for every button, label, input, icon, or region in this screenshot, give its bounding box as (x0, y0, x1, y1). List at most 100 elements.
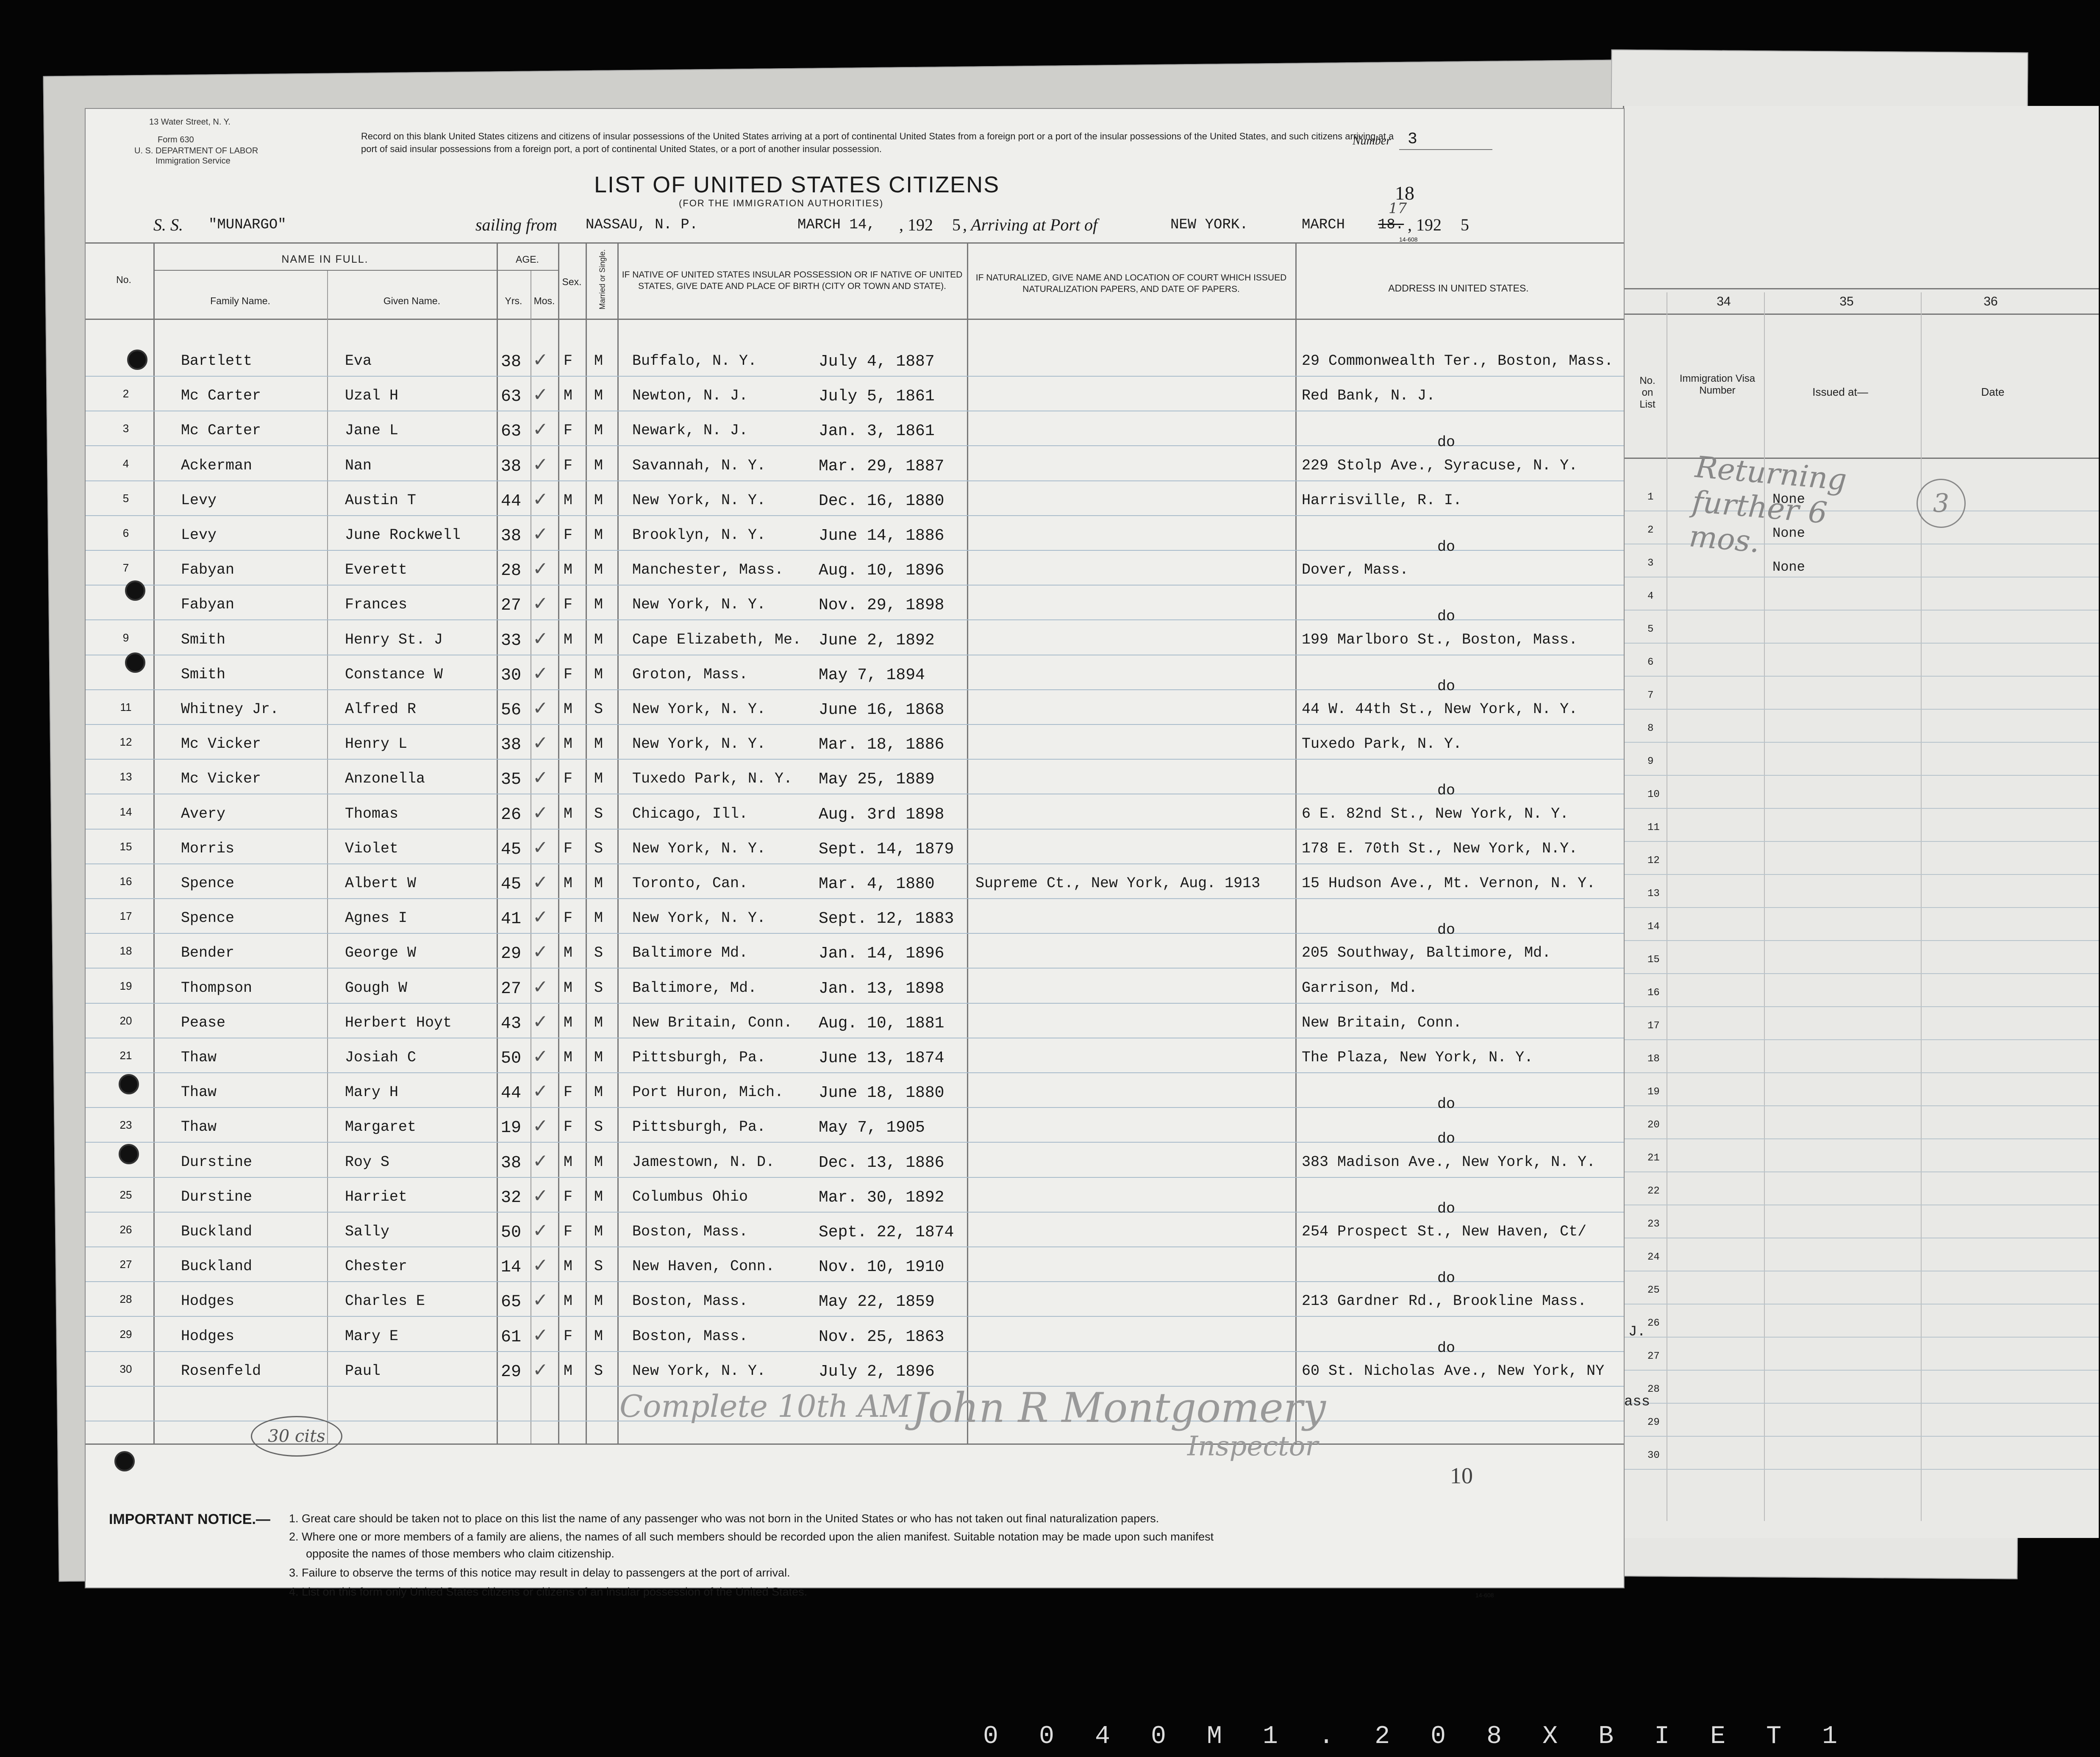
ss-label: S. S. (153, 215, 183, 234)
punch-hole (119, 1074, 139, 1094)
right-row-number: 28 (1647, 1384, 1660, 1395)
rule (1624, 841, 2099, 842)
cell-date: Jan. 13, 1898 (819, 979, 944, 998)
cell-age: 33 (501, 631, 522, 650)
cell-place: Boston, Mass. (632, 1293, 748, 1310)
right-row-number: 1 (1647, 491, 1654, 503)
row-rule (86, 1316, 1624, 1317)
cell-sex: M (564, 561, 573, 579)
cell-given: Chester (345, 1258, 408, 1275)
cell-ms: M (594, 561, 603, 579)
cell-sex: M (564, 1258, 573, 1275)
cell-family: Mc Vicker (181, 770, 261, 788)
cell-no: 9 (122, 631, 129, 644)
row-rule (86, 968, 1624, 969)
cell-age: 45 (501, 840, 522, 859)
cell-sex: M (564, 701, 573, 718)
cell-ms: M (594, 422, 603, 439)
cell-no: 28 (119, 1293, 132, 1306)
cell-no: 17 (119, 910, 132, 923)
check-mark-icon: ✓ (533, 836, 548, 858)
cell-ms: M (594, 1049, 603, 1066)
cell-sex: F (564, 840, 573, 857)
row-rule (86, 724, 1624, 725)
cell-date: June 14, 1886 (819, 527, 944, 545)
cell-place: Port Huron, Mich. (632, 1084, 784, 1101)
cell-ms: S (594, 805, 603, 822)
cell-ms: M (594, 631, 603, 648)
cell-sex: M (564, 387, 573, 405)
cell-sex: F (564, 666, 573, 683)
edge-text-j: J. (1628, 1324, 1646, 1340)
row-rule (86, 1211, 1624, 1213)
cell-age: 61 (501, 1327, 522, 1347)
right-row-number: 25 (1647, 1285, 1660, 1296)
rule (153, 270, 497, 271)
punch-hole (127, 350, 147, 370)
cell-address: do (1437, 782, 1456, 799)
check-mark-icon: ✓ (533, 419, 548, 441)
right-row-number: 14 (1647, 921, 1660, 933)
punch-hole (125, 580, 145, 601)
col-sex: Sex. (562, 276, 582, 287)
right-row-number: 15 (1647, 954, 1660, 966)
rule (153, 242, 155, 1443)
cell-given: Sally (345, 1223, 390, 1240)
right-row-number: 30 (1647, 1450, 1660, 1461)
rule (1624, 314, 2099, 315)
cell-address: 29 Commonwealth Ter., Boston, Mass. (1302, 353, 1614, 369)
cell-date: Mar. 4, 1880 (819, 875, 935, 893)
row-rule (86, 445, 1624, 447)
check-mark-icon: ✓ (533, 558, 548, 580)
cell-age: 35 (501, 770, 522, 790)
form-code-bottom: 14-608 (1475, 1592, 1494, 1599)
col-given-name: Given Name. (383, 295, 441, 306)
cell-no: 21 (119, 1049, 132, 1062)
cell-age: 63 (501, 422, 522, 441)
check-mark-icon: ✓ (533, 906, 548, 928)
cell-family: Ackerman (181, 457, 253, 474)
cell-given: Henry L (345, 736, 408, 753)
edge-text-ass: ass (1624, 1394, 1650, 1410)
cell-family: Fabyan (181, 596, 235, 613)
cell-given: Gough W (345, 979, 408, 996)
cell-address: Garrison, Md. (1302, 979, 1418, 996)
cell-no: 5 (122, 491, 129, 505)
department: U. S. DEPARTMENT OF LABOR (134, 146, 258, 155)
cell-place: Newton, N. J. (632, 387, 748, 405)
cell-address: The Plaza, New York, N. Y. (1302, 1049, 1533, 1066)
cell-ms: M (594, 457, 603, 474)
rule (497, 270, 558, 271)
notice-item: 1. Great care should be taken not to pla… (289, 1512, 1159, 1525)
cell-date: May 22, 1859 (819, 1293, 935, 1311)
cell-age: 38 (501, 353, 522, 372)
cell-family: Mc Carter (181, 422, 261, 439)
cell-family: Morris (181, 840, 235, 857)
col-married: Married or Single. (598, 249, 607, 310)
cell-no: 2 (122, 387, 129, 400)
issued-header: Issued at— (1812, 386, 1868, 398)
right-row-number: 16 (1647, 987, 1660, 999)
check-mark-icon: ✓ (533, 593, 548, 615)
check-mark-icon: ✓ (533, 697, 548, 719)
right-row-number: 24 (1647, 1252, 1660, 1263)
row-rule (86, 619, 1624, 621)
cell-family: Mc Carter (181, 387, 261, 405)
rule (1399, 149, 1492, 150)
cell-family: Durstine (181, 1153, 253, 1171)
cell-sex: M (564, 1049, 573, 1066)
cell-no: 20 (119, 1014, 132, 1027)
cell-address: do (1437, 1096, 1456, 1113)
cell-address: 178 E. 70th St., New York, N.Y. (1302, 840, 1578, 857)
cell-place: Pittsburgh, Pa. (632, 1119, 766, 1136)
cell-place: New Haven, Conn. (632, 1258, 775, 1275)
cell-date: Dec. 13, 1886 (819, 1153, 944, 1172)
check-mark-icon: ✓ (533, 976, 548, 998)
cell-ms: M (594, 1084, 603, 1101)
check-mark-icon: ✓ (533, 1080, 548, 1102)
cell-date: Mar. 29, 1887 (819, 457, 944, 475)
rule (1624, 775, 2099, 776)
check-mark-icon: ✓ (533, 1324, 548, 1346)
cell-ms: M (594, 875, 603, 892)
col-36: 36 (1983, 294, 1998, 308)
